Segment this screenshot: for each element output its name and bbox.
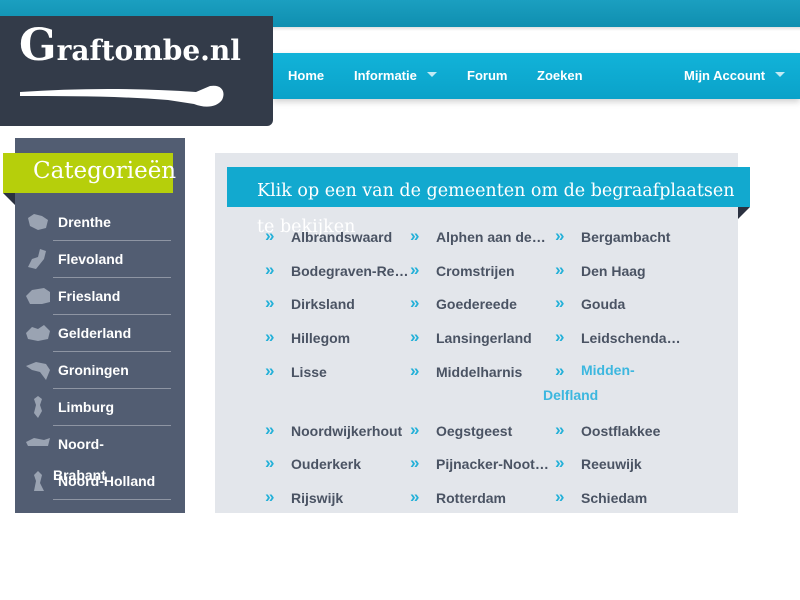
noord-holland-map-icon <box>34 471 44 491</box>
flevoland-map-icon <box>28 249 46 269</box>
chevron-right-icon: » <box>555 327 565 346</box>
nav-informatie[interactable]: Informatie <box>354 53 437 99</box>
nav-forum-label: Forum <box>467 68 508 83</box>
chevron-right-icon: » <box>265 487 275 506</box>
chevron-right-icon: » <box>410 361 420 380</box>
nav-home-label: Home <box>288 68 325 83</box>
chevron-right-icon: » <box>555 260 565 279</box>
chevron-right-icon: » <box>410 226 420 245</box>
municipality-name: Goedereede <box>436 296 517 312</box>
chevron-right-icon: » <box>410 327 420 346</box>
noord-brabant-map-icon <box>26 438 50 446</box>
municipality-name: Hillegom <box>291 330 351 346</box>
banner-fold <box>3 193 15 205</box>
chevron-down-icon <box>775 72 786 78</box>
chevron-right-icon: » <box>555 420 565 439</box>
municipality-name: Den Haag <box>581 263 646 279</box>
municipality-name: Rotterdam <box>436 490 507 506</box>
chevron-right-icon: » <box>265 453 275 472</box>
nav-forum[interactable]: Forum <box>467 53 507 99</box>
category-label: Flevoland <box>58 251 124 267</box>
municipality-name: Rijswijk <box>291 490 344 506</box>
nav-mijn-account[interactable]: Mijn Account <box>684 53 786 99</box>
chevron-right-icon: » <box>555 487 565 506</box>
logo-wordmark: raftombe.nl <box>56 34 241 67</box>
municipality-name: Bodegraven-Reeuwijk <box>291 263 409 279</box>
categories-title: Categorieën <box>3 153 176 193</box>
gelderland-map-icon <box>26 325 50 341</box>
nav-informatie-label: Informatie <box>354 68 417 83</box>
municipality-name: Leidschendam-Voorburg <box>581 330 685 346</box>
nav-zoeken[interactable]: Zoeken <box>537 53 583 99</box>
page: Home Informatie Forum Zoeken Mijn Accoun… <box>0 0 800 600</box>
main-navigation: Home Informatie Forum Zoeken Mijn Accoun… <box>273 53 800 99</box>
logo[interactable]: Graftombe.nl <box>0 16 273 126</box>
category-label: Friesland <box>58 288 121 304</box>
category-friesland[interactable]: Friesland <box>20 278 171 315</box>
municipality-name: Alphen aan den Rijn <box>436 229 554 245</box>
chevron-right-icon: » <box>265 226 275 245</box>
municipality-name: Noordwijkerhout <box>291 423 403 439</box>
municipality-name: Ouderkerk <box>291 456 362 472</box>
chevron-down-icon <box>426 72 437 78</box>
banner-fold <box>738 207 750 219</box>
chevron-right-icon: » <box>555 453 565 472</box>
category-label: Groningen <box>58 362 129 378</box>
municipality-name: Bergambacht <box>581 229 671 245</box>
divider <box>53 499 171 500</box>
category-noord-brabant[interactable]: Noord- Brabant <box>20 426 171 483</box>
chevron-right-icon: » <box>265 361 275 380</box>
chevron-right-icon: » <box>265 260 275 279</box>
category-label: Noord- <box>58 436 104 452</box>
category-gelderland[interactable]: Gelderland <box>20 315 171 352</box>
limburg-map-icon <box>34 396 42 418</box>
category-noord-holland[interactable]: Noord-Holland <box>20 463 171 500</box>
municipality-name: Albrandswaard <box>291 229 393 245</box>
nav-home[interactable]: Home <box>288 53 324 99</box>
friesland-map-icon <box>26 288 50 304</box>
municipality-name: Oostflakkee <box>581 423 661 439</box>
chevron-right-icon: » <box>410 453 420 472</box>
municipality-name: Lansingerland <box>436 330 532 346</box>
municipality-name: Middelharnis <box>436 364 523 380</box>
municipality-name: Midden-Delfland <box>543 362 635 403</box>
groningen-map-icon <box>26 362 50 380</box>
chevron-right-icon: » <box>555 293 565 312</box>
category-limburg[interactable]: Limburg <box>20 389 171 426</box>
category-label: Noord-Holland <box>58 473 156 489</box>
municipality-name: Schiedam <box>581 490 648 506</box>
category-label: Gelderland <box>58 325 132 341</box>
category-flevoland[interactable]: Flevoland <box>20 241 171 278</box>
municipality-name: Oegstgeest <box>436 423 513 439</box>
chevron-right-icon: » <box>265 327 275 346</box>
municipality-name: Cromstrijen <box>436 263 515 279</box>
chevron-right-icon: » <box>410 487 420 506</box>
category-label: Limburg <box>58 399 114 415</box>
chevron-right-icon: » <box>410 260 420 279</box>
shovel-swoosh-icon <box>20 85 224 107</box>
chevron-right-icon: » <box>410 293 420 312</box>
municipality-name: Reeuwijk <box>581 456 642 472</box>
chevron-right-icon: » <box>265 420 275 439</box>
chevron-right-icon: » <box>265 293 275 312</box>
chevron-right-icon: » <box>555 226 565 245</box>
chevron-right-icon: » <box>410 420 420 439</box>
municipality-name: Gouda <box>581 296 626 312</box>
drenthe-map-icon <box>28 214 48 230</box>
category-groningen[interactable]: Groningen <box>20 352 171 389</box>
logo-text: Graftombe.nl <box>19 24 241 68</box>
nav-zoeken-label: Zoeken <box>537 68 583 83</box>
nav-account-label: Mijn Account <box>684 68 766 83</box>
category-drenthe[interactable]: Drenthe <box>20 204 171 241</box>
category-label: Drenthe <box>58 214 111 230</box>
municipality-name: Lisse <box>291 364 327 380</box>
municipality-name: Pijnacker-Nootdorp <box>436 456 554 472</box>
municipality-name: Dirksland <box>291 296 355 312</box>
logo-letter: G <box>19 20 57 71</box>
